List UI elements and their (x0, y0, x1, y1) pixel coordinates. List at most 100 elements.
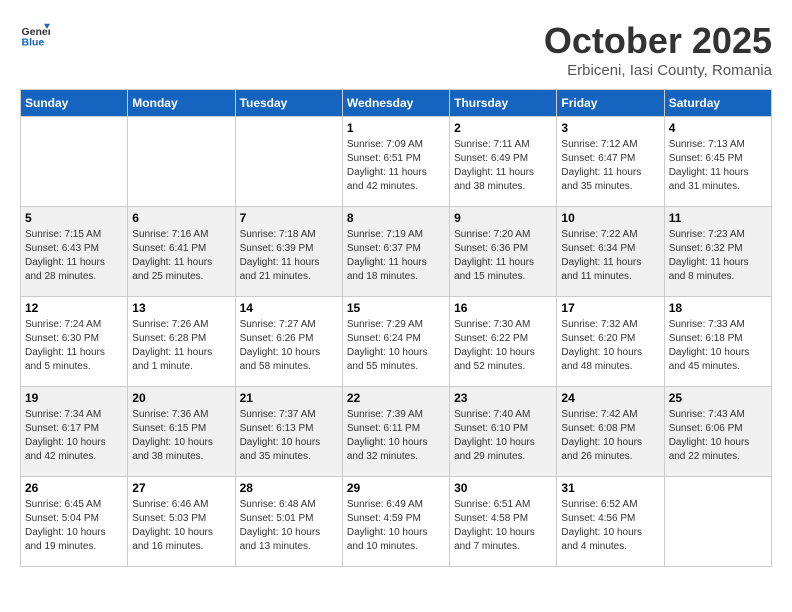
calendar-cell: 15 Sunrise: 7:29 AM Sunset: 6:24 PM Dayli… (342, 297, 449, 387)
calendar-cell: 16Sunrise: 7:30 AM Sunset: 6:22 PM Dayli… (450, 297, 557, 387)
calendar-cell: 23 Sunrise: 7:40 AM Sunset: 6:10 PM Dayli… (450, 387, 557, 477)
svg-text:Blue: Blue (22, 37, 45, 49)
calendar-cell: 1 Sunrise: 7:09 AM Sunset: 6:51 PM Daylig… (342, 117, 449, 207)
day-info: Sunrise: 6:51 AM Sunset: 4:58 PM Dayligh… (454, 498, 552, 554)
day-number: 9 (454, 211, 552, 225)
day-number: 8 (347, 211, 445, 225)
calendar-cell: 29Sunrise: 6:49 AM Sunset: 4:59 PM Dayli… (342, 477, 449, 567)
month-title: October 2025 (544, 20, 772, 62)
calendar-cell: 11 Sunrise: 7:23 AM Sunset: 6:32 PM Dayli… (664, 207, 771, 297)
day-number: 2 (454, 121, 552, 135)
day-info: Sunrise: 7:22 AM Sunset: 6:34 PM Dayligh… (561, 228, 659, 284)
day-info: Sunrise: 6:48 AM Sunset: 5:01 PM Dayligh… (240, 498, 338, 554)
day-number: 31 (561, 481, 659, 495)
day-number: 7 (240, 211, 338, 225)
day-info: Sunrise: 7:34 AM Sunset: 6:17 PM Dayligh… (25, 408, 123, 464)
weekday-header-monday: Monday (128, 90, 235, 117)
day-info: Sunrise: 7:30 AM Sunset: 6:22 PM Dayligh… (454, 318, 552, 374)
day-info: Sunrise: 7:36 AM Sunset: 6:15 PM Dayligh… (132, 408, 230, 464)
day-number: 4 (669, 121, 767, 135)
day-number: 5 (25, 211, 123, 225)
calendar-cell: 4 Sunrise: 7:13 AM Sunset: 6:45 PM Daylig… (664, 117, 771, 207)
title-area: October 2025 Erbiceni, Iasi County, Roma… (544, 20, 772, 79)
weekday-header-saturday: Saturday (664, 90, 771, 117)
day-number: 17 (561, 301, 659, 315)
day-number: 11 (669, 211, 767, 225)
calendar-cell: 6Sunrise: 7:16 AM Sunset: 6:41 PM Daylig… (128, 207, 235, 297)
day-info: Sunrise: 7:12 AM Sunset: 6:47 PM Dayligh… (561, 138, 659, 194)
day-info: Sunrise: 6:52 AM Sunset: 4:56 PM Dayligh… (561, 498, 659, 554)
calendar-cell: 14Sunrise: 7:27 AM Sunset: 6:26 PM Dayli… (235, 297, 342, 387)
calendar-cell: 9 Sunrise: 7:20 AM Sunset: 6:36 PM Daylig… (450, 207, 557, 297)
day-info: Sunrise: 7:16 AM Sunset: 6:41 PM Dayligh… (132, 228, 230, 284)
calendar-week-row: 1 Sunrise: 7:09 AM Sunset: 6:51 PM Daylig… (21, 117, 772, 207)
day-info: Sunrise: 7:15 AM Sunset: 6:43 PM Dayligh… (25, 228, 123, 284)
calendar-table: SundayMondayTuesdayWednesdayThursdayFrid… (20, 89, 772, 567)
day-info: Sunrise: 7:23 AM Sunset: 6:32 PM Dayligh… (669, 228, 767, 284)
day-number: 12 (25, 301, 123, 315)
day-number: 23 (454, 391, 552, 405)
weekday-header-thursday: Thursday (450, 90, 557, 117)
day-number: 19 (25, 391, 123, 405)
day-number: 1 (347, 121, 445, 135)
weekday-header-tuesday: Tuesday (235, 90, 342, 117)
calendar-cell (235, 117, 342, 207)
day-info: Sunrise: 7:39 AM Sunset: 6:11 PM Dayligh… (347, 408, 445, 464)
day-info: Sunrise: 7:32 AM Sunset: 6:20 PM Dayligh… (561, 318, 659, 374)
day-info: Sunrise: 7:33 AM Sunset: 6:18 PM Dayligh… (669, 318, 767, 374)
day-info: Sunrise: 7:11 AM Sunset: 6:49 PM Dayligh… (454, 138, 552, 194)
day-info: Sunrise: 7:40 AM Sunset: 6:10 PM Dayligh… (454, 408, 552, 464)
day-number: 21 (240, 391, 338, 405)
day-info: Sunrise: 7:13 AM Sunset: 6:45 PM Dayligh… (669, 138, 767, 194)
day-info: Sunrise: 7:43 AM Sunset: 6:06 PM Dayligh… (669, 408, 767, 464)
day-info: Sunrise: 7:29 AM Sunset: 6:24 PM Dayligh… (347, 318, 445, 374)
day-number: 29 (347, 481, 445, 495)
calendar-cell: 10 Sunrise: 7:22 AM Sunset: 6:34 PM Dayli… (557, 207, 664, 297)
day-number: 26 (25, 481, 123, 495)
weekday-header-row: SundayMondayTuesdayWednesdayThursdayFrid… (21, 90, 772, 117)
day-number: 10 (561, 211, 659, 225)
calendar-cell (128, 117, 235, 207)
day-number: 15 (347, 301, 445, 315)
calendar-cell: 3 Sunrise: 7:12 AM Sunset: 6:47 PM Daylig… (557, 117, 664, 207)
calendar-cell: 18 Sunrise: 7:33 AM Sunset: 6:18 PM Dayli… (664, 297, 771, 387)
day-info: Sunrise: 6:46 AM Sunset: 5:03 PM Dayligh… (132, 498, 230, 554)
logo: General Blue (20, 20, 50, 50)
day-info: Sunrise: 7:09 AM Sunset: 6:51 PM Dayligh… (347, 138, 445, 194)
calendar-cell: 24Sunrise: 7:42 AM Sunset: 6:08 PM Dayli… (557, 387, 664, 477)
day-number: 28 (240, 481, 338, 495)
day-number: 18 (669, 301, 767, 315)
calendar-cell: 5 Sunrise: 7:15 AM Sunset: 6:43 PM Daylig… (21, 207, 128, 297)
day-number: 20 (132, 391, 230, 405)
day-number: 13 (132, 301, 230, 315)
calendar-cell: 31 Sunrise: 6:52 AM Sunset: 4:56 PM Dayli… (557, 477, 664, 567)
calendar-week-row: 5 Sunrise: 7:15 AM Sunset: 6:43 PM Daylig… (21, 207, 772, 297)
calendar-cell: 25 Sunrise: 7:43 AM Sunset: 6:06 PM Dayli… (664, 387, 771, 477)
day-info: Sunrise: 6:45 AM Sunset: 5:04 PM Dayligh… (25, 498, 123, 554)
calendar-cell: 17 Sunrise: 7:32 AM Sunset: 6:20 PM Dayli… (557, 297, 664, 387)
logo-icon: General Blue (20, 20, 50, 50)
calendar-week-row: 12Sunrise: 7:24 AM Sunset: 6:30 PM Dayli… (21, 297, 772, 387)
weekday-header-friday: Friday (557, 90, 664, 117)
calendar-cell: 27Sunrise: 6:46 AM Sunset: 5:03 PM Dayli… (128, 477, 235, 567)
calendar-cell: 13Sunrise: 7:26 AM Sunset: 6:28 PM Dayli… (128, 297, 235, 387)
calendar-cell: 21 Sunrise: 7:37 AM Sunset: 6:13 PM Dayli… (235, 387, 342, 477)
calendar-cell: 7Sunrise: 7:18 AM Sunset: 6:39 PM Daylig… (235, 207, 342, 297)
calendar-cell: 19 Sunrise: 7:34 AM Sunset: 6:17 PM Dayli… (21, 387, 128, 477)
day-info: Sunrise: 7:27 AM Sunset: 6:26 PM Dayligh… (240, 318, 338, 374)
day-info: Sunrise: 7:37 AM Sunset: 6:13 PM Dayligh… (240, 408, 338, 464)
calendar-cell (21, 117, 128, 207)
page-header: General Blue October 2025 Erbiceni, Iasi… (20, 20, 772, 79)
calendar-cell: 8 Sunrise: 7:19 AM Sunset: 6:37 PM Daylig… (342, 207, 449, 297)
calendar-cell: 28 Sunrise: 6:48 AM Sunset: 5:01 PM Dayli… (235, 477, 342, 567)
calendar-cell: 2 Sunrise: 7:11 AM Sunset: 6:49 PM Daylig… (450, 117, 557, 207)
day-info: Sunrise: 7:19 AM Sunset: 6:37 PM Dayligh… (347, 228, 445, 284)
calendar-cell: 12Sunrise: 7:24 AM Sunset: 6:30 PM Dayli… (21, 297, 128, 387)
day-info: Sunrise: 7:20 AM Sunset: 6:36 PM Dayligh… (454, 228, 552, 284)
calendar-cell: 30Sunrise: 6:51 AM Sunset: 4:58 PM Dayli… (450, 477, 557, 567)
calendar-week-row: 19 Sunrise: 7:34 AM Sunset: 6:17 PM Dayli… (21, 387, 772, 477)
location-subtitle: Erbiceni, Iasi County, Romania (544, 62, 772, 79)
day-number: 24 (561, 391, 659, 405)
day-number: 3 (561, 121, 659, 135)
day-number: 25 (669, 391, 767, 405)
